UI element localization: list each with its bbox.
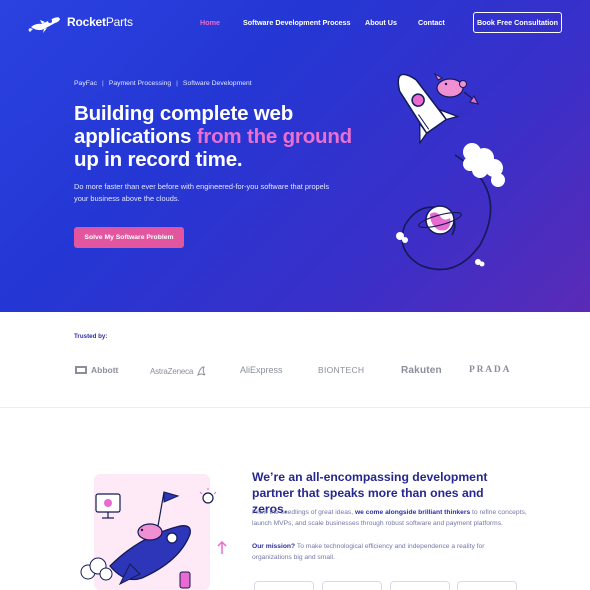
logo-wordmark: RocketParts <box>67 15 133 29</box>
page: RocketParts Home Software Development Pr… <box>0 0 590 590</box>
biontech-logo: BIONTECH <box>318 365 365 375</box>
prada-logo: PRADA <box>469 365 512 375</box>
breadcrumb-item[interactable]: Payment Processing <box>109 80 171 87</box>
aliexpress-logo: AliExpress <box>240 365 283 375</box>
nav-contact-link[interactable]: Contact <box>418 18 445 27</box>
hero-subtitle: Do more faster than ever before with eng… <box>74 182 330 203</box>
nav-about-link[interactable]: About Us <box>365 18 397 27</box>
nav-process-link[interactable]: Software Development Process <box>243 18 350 27</box>
nav-home-link[interactable]: Home <box>200 18 220 27</box>
feature-card[interactable] <box>457 581 517 590</box>
rocket-illustration-icon <box>396 72 505 271</box>
headline-highlight: from the ground <box>196 125 352 148</box>
astrazeneca-mark-icon <box>197 366 206 377</box>
hero-section: RocketParts Home Software Development Pr… <box>0 0 590 312</box>
top-nav: RocketParts Home Software Development Pr… <box>0 0 590 44</box>
book-consultation-button[interactable]: Book Free Consultation <box>473 12 562 33</box>
feature-card[interactable] <box>254 581 314 590</box>
abbott-logo: Abbott <box>74 365 118 375</box>
breadcrumb: PayFac | Payment Processing | Software D… <box>74 80 252 87</box>
partner-paragraph: From the seedlings of great ideas, we co… <box>252 509 527 527</box>
feature-card[interactable] <box>322 581 382 590</box>
feature-card[interactable] <box>390 581 450 590</box>
breadcrumb-item[interactable]: PayFac <box>74 80 97 87</box>
abbott-mark-icon <box>75 366 87 374</box>
pig-rocket-illustration-icon <box>80 474 227 590</box>
solve-problem-button[interactable]: Solve My Software Problem <box>74 227 184 248</box>
breadcrumb-item[interactable]: Software Development <box>183 80 252 87</box>
trusted-by-section: Trusted by: Abbott AstraZeneca AliExpres… <box>0 312 590 408</box>
mission-paragraph: Our mission? To make technological effic… <box>252 543 485 561</box>
logo[interactable]: RocketParts <box>28 9 133 35</box>
astrazeneca-logo: AstraZeneca <box>150 365 206 377</box>
rocket-pig-logo-icon <box>28 17 60 33</box>
breadcrumb-separator: | <box>102 80 104 87</box>
hero-headline: Building complete web applications from … <box>74 102 352 171</box>
trusted-by-label: Trusted by: <box>74 333 108 340</box>
rakuten-logo: Rakuten <box>401 365 442 376</box>
breadcrumb-separator: | <box>176 80 178 87</box>
